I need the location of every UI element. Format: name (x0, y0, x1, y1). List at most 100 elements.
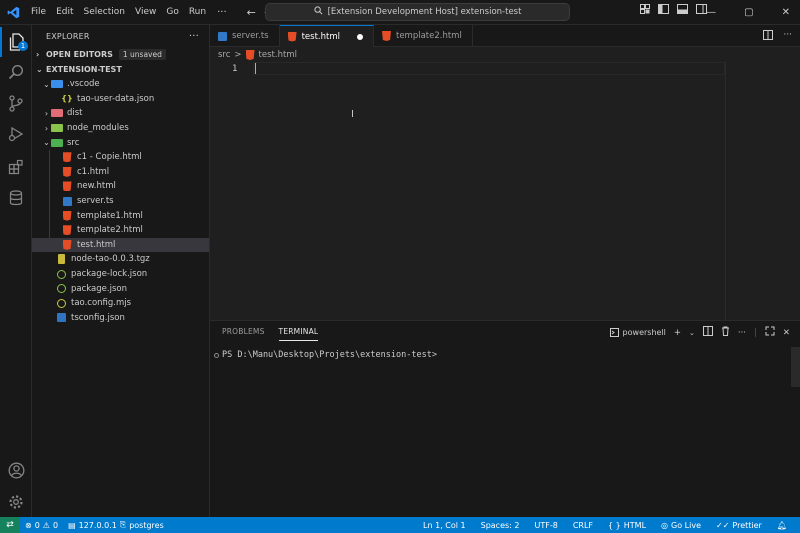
cursor-position[interactable]: Ln 1, Col 1 (418, 521, 471, 530)
warning-count: 0 (52, 520, 59, 530)
unsaved-dot-icon[interactable] (356, 33, 363, 40)
editor-tabs: server.ts test.html template2.html ··· (210, 25, 800, 47)
tab-problems[interactable]: PROBLEMS (222, 325, 265, 341)
trash-icon[interactable] (721, 326, 730, 339)
editor-more-icon[interactable]: ··· (783, 30, 792, 43)
tab-template2-html[interactable]: template2.html (374, 25, 473, 47)
current-line-highlight (253, 62, 725, 75)
split-editor-icon[interactable] (763, 30, 774, 43)
vscode-logo-icon (0, 0, 26, 25)
open-editors-section[interactable]: › OPEN EDITORS 1 unsaved (32, 47, 209, 62)
run-debug-icon[interactable] (0, 119, 32, 149)
menu-go[interactable]: Go (161, 0, 183, 25)
tree-item-vscode[interactable]: ⌄ .vscode (32, 77, 209, 92)
database-status-icon: ▤ (68, 520, 76, 530)
tree-item-test[interactable]: test.html (32, 237, 209, 253)
problems-status[interactable]: ⊗ 0 ⚠ 0 (20, 521, 63, 530)
menu-edit[interactable]: Edit (51, 0, 78, 25)
explorer-header: EXPLORER ··· (32, 25, 209, 47)
language-mode[interactable]: { } HTML (603, 521, 651, 530)
broadcast-icon: ◎ (661, 520, 669, 530)
tree-item-tsconfig[interactable]: tsconfig.json (32, 311, 209, 326)
double-check-icon: ✓✓ (716, 520, 730, 530)
tree-item-server-ts[interactable]: server.ts (32, 194, 209, 209)
json-file-icon: {} (61, 94, 73, 104)
db-name: postgres (129, 520, 164, 530)
tree-item-node-tao-tgz[interactable]: node-tao-0.0.3.tgz (32, 252, 209, 267)
src-folder-icon (51, 138, 63, 148)
source-control-icon[interactable] (0, 88, 32, 118)
tree-item-new[interactable]: new.html (32, 179, 209, 194)
toggle-sidebar-icon[interactable] (658, 4, 669, 17)
close-panel-icon[interactable]: ✕ (783, 328, 790, 338)
explorer-title: EXPLORER (46, 31, 90, 41)
tree-item-package-lock[interactable]: package-lock.json (32, 267, 209, 282)
chevron-right-icon: › (44, 108, 49, 118)
tree-item-c1[interactable]: c1.html (32, 165, 209, 180)
explorer-more-icon[interactable]: ··· (189, 31, 199, 42)
tree-item-tao-user-data[interactable]: {} tao-user-data.json (32, 92, 209, 107)
search-view-icon[interactable] (0, 57, 32, 87)
prettier-status[interactable]: ✓✓ Prettier (711, 521, 767, 530)
tree-item-label: src (67, 137, 80, 148)
indentation[interactable]: Spaces: 2 (476, 521, 525, 530)
tab-test-html[interactable]: test.html (279, 25, 374, 47)
end-of-line[interactable]: CRLF (568, 521, 598, 530)
menu-selection[interactable]: Selection (79, 0, 130, 25)
breadcrumb-file[interactable]: test.html (259, 50, 297, 60)
menu-file[interactable]: File (26, 0, 51, 25)
close-window-icon[interactable]: ✕ (782, 7, 790, 18)
terminal-line[interactable]: PS D:\Manu\Desktop\Projets\extension-tes… (214, 350, 437, 360)
prettier-label: Prettier (732, 520, 762, 530)
customize-layout-icon[interactable] (640, 4, 650, 17)
tree-item-node-modules[interactable]: › node_modules (32, 121, 209, 136)
tab-server-ts[interactable]: server.ts (210, 25, 280, 47)
toggle-panel-icon[interactable] (677, 4, 688, 17)
tree-item-src[interactable]: ⌄ src (32, 135, 209, 150)
maximize-icon[interactable]: ▢ (744, 7, 753, 18)
new-terminal-icon[interactable]: + (674, 328, 681, 338)
breadcrumb-folder[interactable]: src (218, 50, 230, 60)
tree-item-dist[interactable]: › dist (32, 106, 209, 121)
back-arrow-icon[interactable]: ← (247, 6, 256, 19)
terminal-scrollbar[interactable] (791, 347, 800, 387)
tree-item-label: .vscode (67, 79, 100, 90)
db-host: 127.0.0.1 (78, 520, 117, 530)
database-icon[interactable] (0, 183, 32, 213)
tree-item-template1[interactable]: template1.html (32, 208, 209, 223)
settings-gear-icon[interactable] (0, 487, 32, 517)
unsaved-badge: 1 unsaved (118, 49, 166, 60)
accounts-icon[interactable] (0, 455, 32, 485)
menu-view[interactable]: View (130, 0, 161, 25)
archive-file-icon (55, 254, 67, 265)
tab-terminal[interactable]: TERMINAL (278, 325, 319, 341)
tree-item-tao-config[interactable]: tao.config.mjs (32, 296, 209, 311)
tree-item-c1-copie[interactable]: c1 - Copie.html (32, 150, 209, 165)
menu-more-icon[interactable]: ··· (211, 7, 233, 18)
src-children: c1 - Copie.html c1.html new.html server.… (32, 149, 209, 253)
braces-icon: { } (608, 520, 621, 530)
go-live[interactable]: ◎ Go Live (656, 521, 706, 530)
explorer-icon[interactable]: 1 (0, 27, 32, 57)
extensions-icon[interactable] (0, 152, 32, 182)
tree-item-template2[interactable]: template2.html (32, 223, 209, 238)
panel-more-icon[interactable]: ··· (738, 328, 746, 338)
split-terminal-icon[interactable] (702, 326, 713, 339)
command-center[interactable]: [Extension Development Host] extension-t… (265, 3, 570, 21)
menu-run[interactable]: Run (184, 0, 211, 25)
minimize-icon[interactable]: — (706, 7, 716, 18)
line-number: 1 (232, 64, 238, 74)
project-section[interactable]: ⌄ EXTENSION-TEST (32, 62, 209, 77)
terminal-shell-selector[interactable]: powershell (609, 328, 666, 337)
html-file-icon (61, 166, 73, 177)
maximize-panel-icon[interactable] (765, 326, 775, 339)
remote-indicator-icon[interactable]: ⇄ (0, 517, 20, 533)
encoding[interactable]: UTF-8 (530, 521, 563, 530)
html-file-icon (287, 31, 297, 42)
db-connection-status[interactable]: ▤ 127.0.0.1 ⎘ postgres (63, 520, 169, 530)
db-link-icon: ⎘ (119, 520, 127, 529)
tree-item-package-json[interactable]: package.json (32, 281, 209, 296)
code-editor[interactable]: 1 I (210, 62, 800, 320)
notifications-bell-icon[interactable]: 🔔︎ (772, 521, 792, 530)
terminal-dropdown-icon[interactable]: ⌄ (689, 329, 695, 337)
